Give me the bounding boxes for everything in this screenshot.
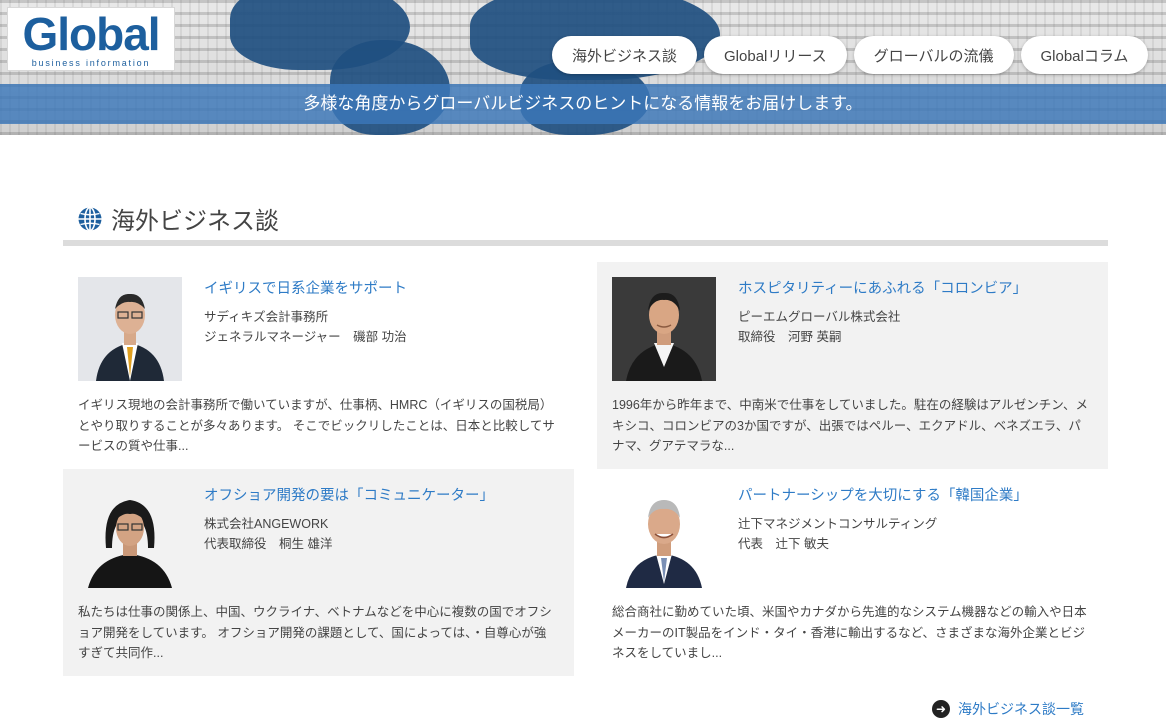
author-photo[interactable]	[612, 277, 716, 381]
main-nav: 海外ビジネス談 Globalリリース グローバルの流儀 Globalコラム	[552, 36, 1149, 74]
article-title-link[interactable]: イギリスで日系企業をサポート	[204, 277, 407, 298]
article-company: 株式会社ANGEWORK	[204, 517, 329, 531]
article-company: 辻下マネジメントコンサルティング	[738, 517, 938, 531]
article-title-link[interactable]: パートナーシップを大切にする「韓国企業」	[738, 484, 1028, 505]
article-card: オフショア開発の要は「コミュニケーター」 株式会社ANGEWORK 代表取締役 …	[63, 469, 574, 676]
logo-subtitle: business information	[31, 58, 151, 68]
section-title: 海外ビジネス談	[111, 208, 279, 235]
article-card: パートナーシップを大切にする「韓国企業」 辻下マネジメントコンサルティング 代表…	[597, 469, 1108, 676]
nav-global-style[interactable]: グローバルの流儀	[853, 36, 1014, 74]
nav-global-column[interactable]: Globalコラム	[1020, 36, 1149, 74]
header-banner: Global business information 海外ビジネス談 Glob…	[0, 0, 1166, 135]
tagline: 多様な角度からグローバルビジネスのヒントになる情報をお届けします。	[303, 94, 863, 113]
logo-text: Global	[22, 8, 160, 60]
nav-global-release[interactable]: Globalリリース	[704, 36, 847, 74]
article-card: ホスピタリティーにあふれる「コロンビア」 ピーエムグローバル株式会社 取締役 河…	[597, 262, 1108, 469]
author-photo[interactable]	[78, 277, 182, 381]
article-card: イギリスで日系企業をサポート サディキズ会計事務所 ジェネラルマネージャー 磯部…	[63, 262, 574, 469]
author-photo[interactable]	[612, 484, 716, 588]
article-title-link[interactable]: オフショア開発の要は「コミュニケーター」	[204, 484, 494, 505]
section-heading: 海外ビジネス談	[77, 201, 279, 236]
more-articles-link[interactable]: ➜ 海外ビジネス談一覧	[932, 699, 1084, 719]
article-excerpt: 1996年から昨年まで、中南米で仕事をしていました。駐在の経験はアルゼンチン、メ…	[612, 398, 1089, 453]
article-excerpt: 私たちは仕事の関係上、中国、ウクライナ、ベトナムなどを中心に複数の国でオフショア…	[78, 605, 552, 660]
article-excerpt: 総合商社に勤めていた頃、米国やカナダから先進的なシステム機器などの輸入や日本メー…	[612, 605, 1087, 660]
globe-icon	[78, 206, 102, 231]
arrow-right-circle-icon: ➜	[932, 700, 950, 718]
article-author: ジェネラルマネージャー 磯部 功治	[204, 330, 407, 344]
author-photo[interactable]	[78, 484, 182, 588]
more-articles-label: 海外ビジネス談一覧	[958, 701, 1084, 717]
section-divider	[63, 240, 1108, 246]
article-company: ピーエムグローバル株式会社	[738, 310, 901, 324]
article-author: 代表取締役 桐生 雄洋	[204, 537, 333, 551]
logo[interactable]: Global business information	[7, 7, 175, 71]
article-author: 代表 辻下 敏夫	[738, 537, 829, 551]
article-company: サディキズ会計事務所	[204, 310, 329, 324]
article-excerpt: イギリス現地の会計事務所で働いていますが、仕事柄、HMRC（イギリスの国税局）と…	[78, 398, 555, 453]
article-author: 取締役 河野 英嗣	[738, 330, 842, 344]
nav-overseas-business-talk[interactable]: 海外ビジネス談	[552, 36, 698, 74]
article-title-link[interactable]: ホスピタリティーにあふれる「コロンビア」	[738, 277, 1027, 298]
